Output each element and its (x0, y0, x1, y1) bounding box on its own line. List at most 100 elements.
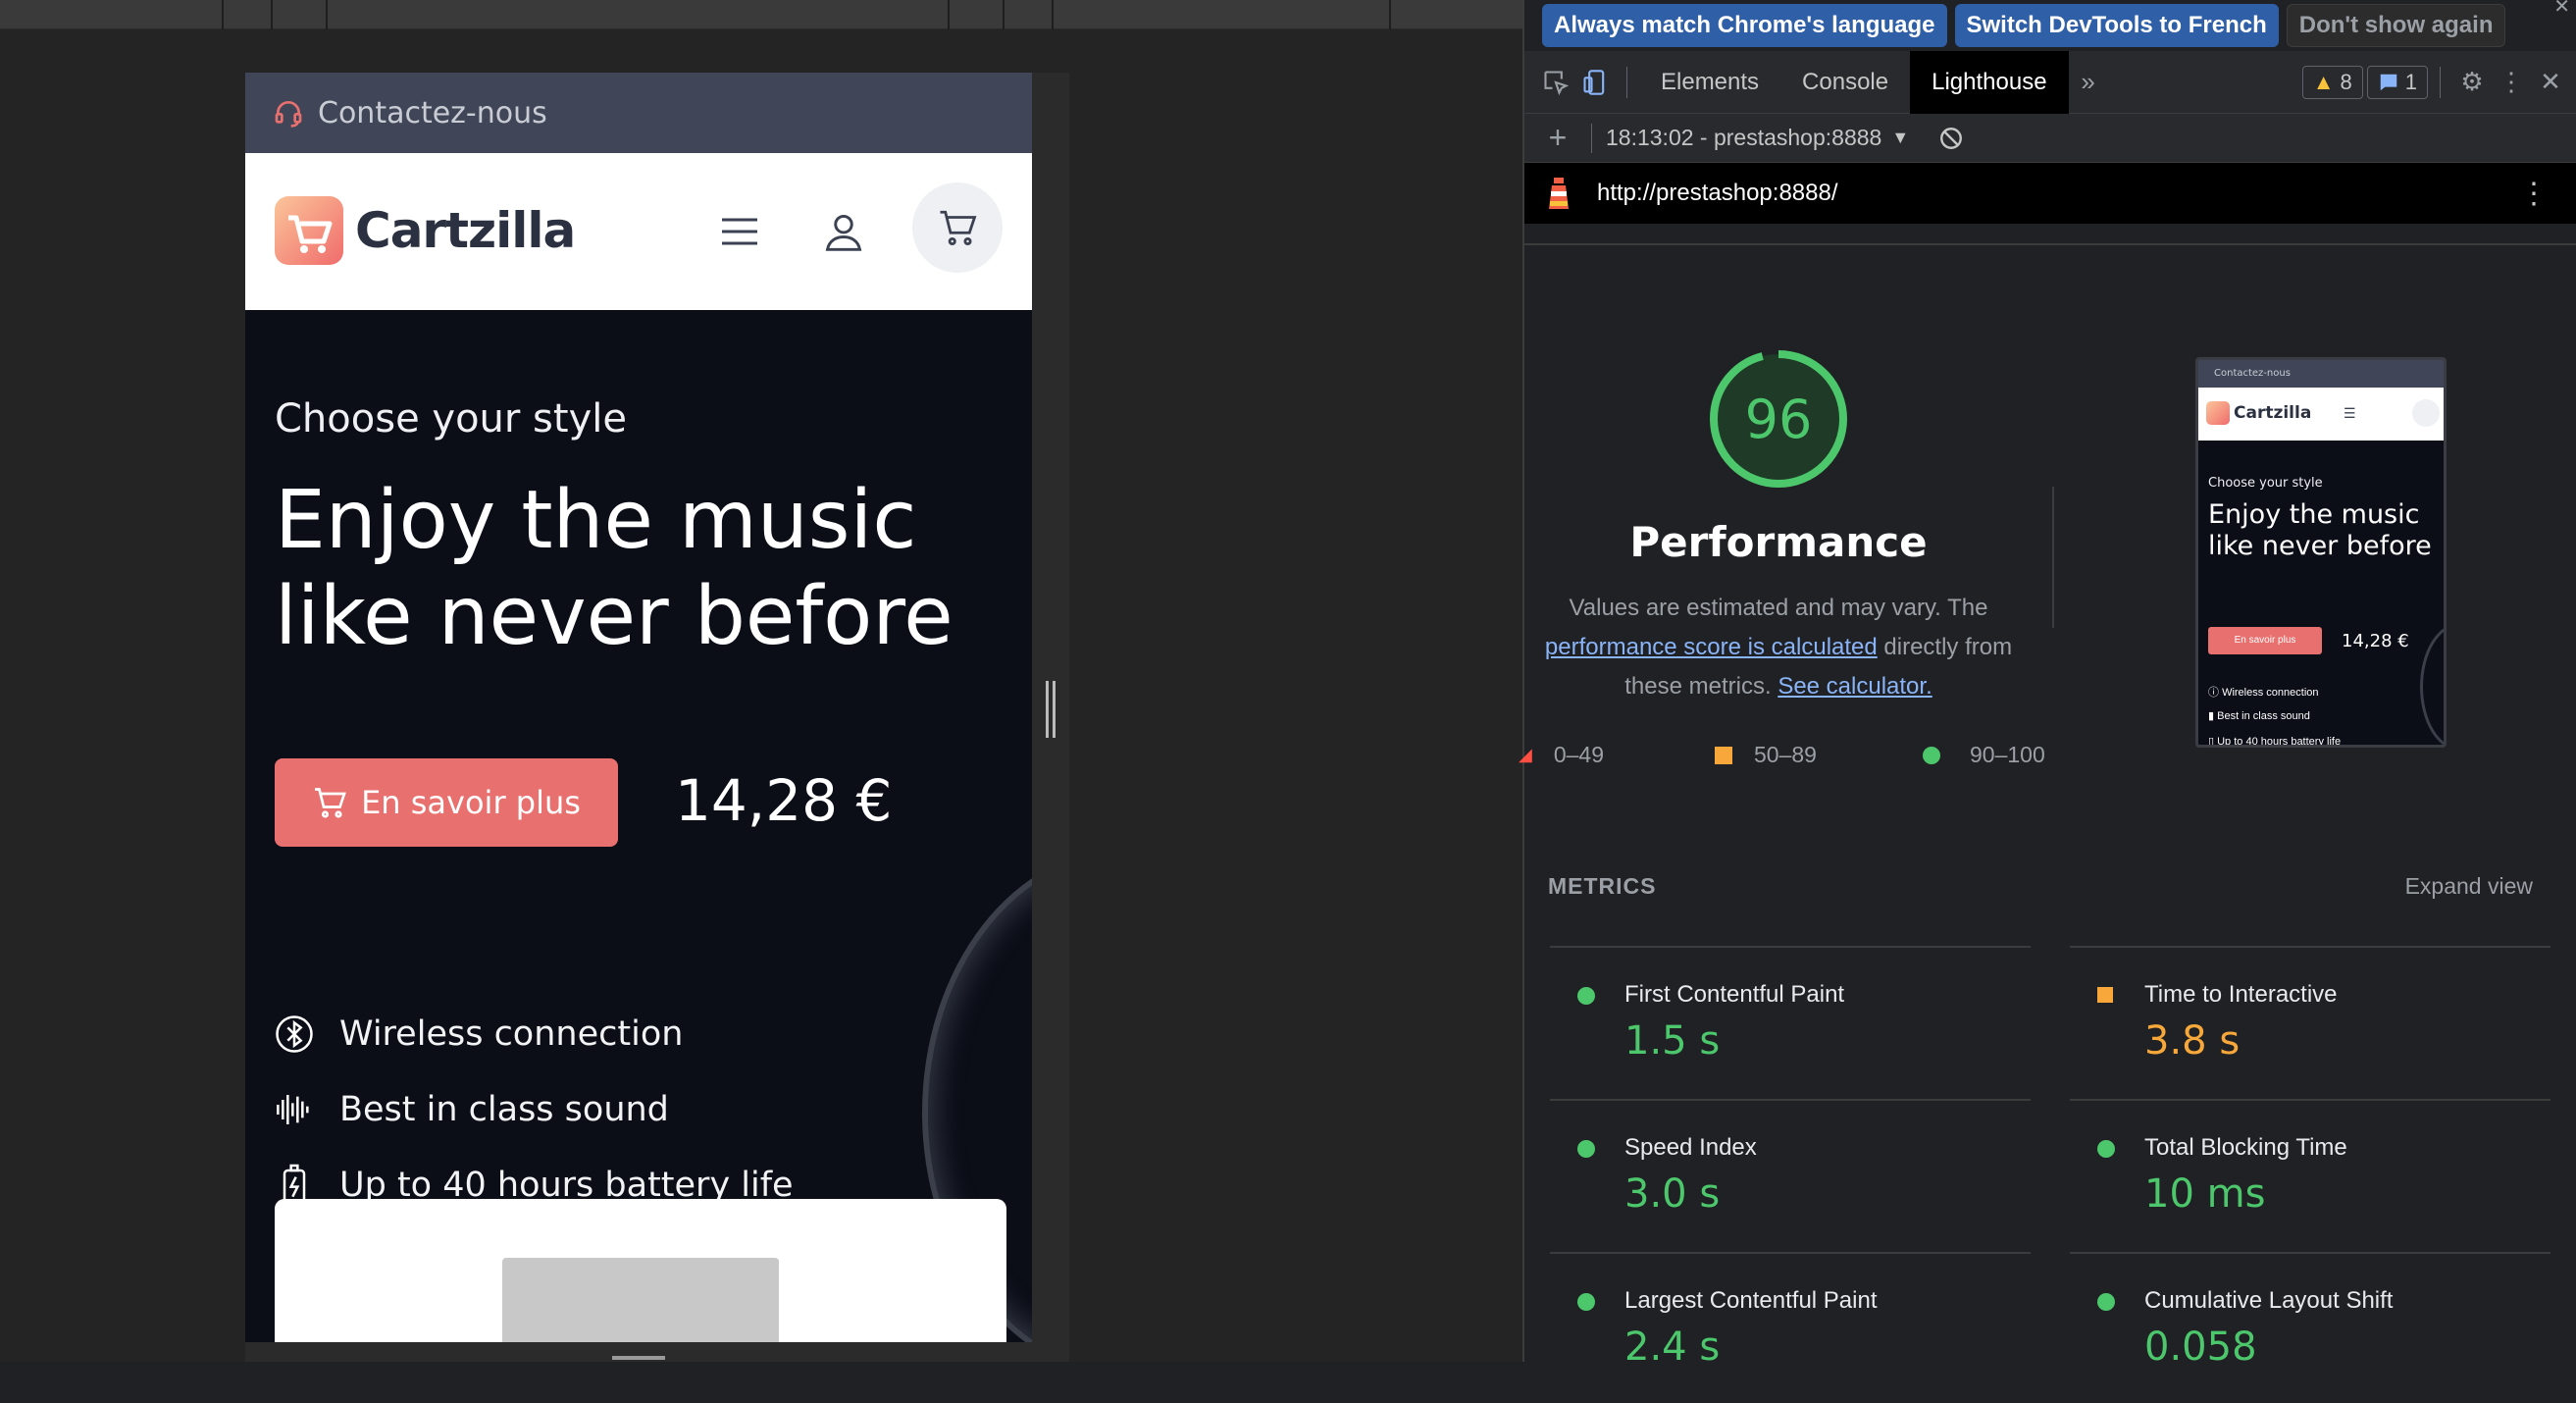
chevron-down-icon[interactable]: ▼ (1891, 128, 1909, 148)
language-infobar: Always match Chrome's language Switch De… (1524, 0, 2576, 51)
tab-lighthouse[interactable]: Lighthouse (1910, 50, 2069, 114)
report-menu-icon[interactable]: ⋮ (2519, 177, 2549, 211)
lighthouse-logo-icon (1549, 178, 1569, 209)
square-icon (1715, 746, 1732, 764)
metric-value: 3.8 s (2144, 1018, 2241, 1064)
metric-total-blocking-time: Total Blocking Time 10 ms (2070, 1099, 2550, 1250)
description-text: directly from (1883, 634, 2013, 660)
metric-label: Speed Index (1624, 1134, 1757, 1161)
product-card-image (502, 1258, 779, 1342)
match-language-button[interactable]: Always match Chrome's language (1542, 4, 1947, 47)
contact-label: Contactez-nous (318, 95, 547, 130)
metric-value: 0.058 (2144, 1325, 2257, 1370)
resize-handle-bottom[interactable] (612, 1356, 665, 1360)
description-text: Values are estimated and may vary. The (1569, 595, 1988, 621)
good-status-icon (1577, 1293, 1595, 1311)
thumb-decoration (2420, 623, 2444, 745)
product-card[interactable] (275, 1199, 1006, 1342)
message-icon (2380, 74, 2396, 90)
infobar-close-icon[interactable]: ✕ (2553, 0, 2570, 19)
legend-poor: ◢ 0–49 (1519, 742, 1604, 768)
metric-label: Largest Contentful Paint (1624, 1287, 1878, 1314)
emulated-page: Contactez-nous Cartzilla Choose your sty… (245, 73, 1032, 1342)
metric-largest-contentful-paint: Largest Contentful Paint 2.4 s (1550, 1252, 2031, 1403)
divider (2052, 487, 2054, 628)
contact-bar[interactable]: Contactez-nous (245, 73, 1032, 153)
thumb-feature: ▮ Best in class sound (2208, 710, 2310, 722)
new-report-icon[interactable]: + (1538, 119, 1577, 158)
messages-badge[interactable]: 1 (2366, 65, 2428, 99)
metrics-header: METRICS (1548, 873, 1657, 899)
feature-label: Best in class sound (339, 1090, 669, 1129)
metric-label: Cumulative Layout Shift (2144, 1287, 2394, 1314)
more-tabs-icon[interactable]: » (2069, 63, 2108, 102)
thumb-brand: Cartzilla (2234, 403, 2312, 423)
devtools-tabbar: Elements Console Lighthouse » ▲ 8 1 ⚙ ⋮ … (1524, 50, 2576, 114)
metric-first-contentful-paint: First Contentful Paint 1.5 s (1550, 946, 2031, 1097)
report-selector[interactable]: 18:13:02 - prestashop:8888 (1606, 125, 1881, 151)
inspect-element-icon[interactable] (1536, 63, 1575, 102)
see-calculator-link[interactable]: See calculator. (1777, 673, 1932, 700)
product-price: 14,28 € (675, 767, 893, 834)
performance-gauge[interactable]: 96 (1707, 347, 1850, 491)
brand-name[interactable]: Cartzilla (355, 202, 576, 259)
thumb-logo-icon (2206, 401, 2230, 425)
circle-icon (1923, 746, 1940, 764)
cart-logo-icon[interactable] (275, 196, 343, 265)
score-calculated-link[interactable]: performance score is calculated (1545, 634, 1878, 660)
account-icon[interactable] (812, 200, 875, 263)
clear-reports-icon[interactable] (1938, 126, 1964, 151)
devtools-panel: Always match Chrome's language Switch De… (1519, 0, 2576, 1381)
hero-title: Enjoy the music like never before (275, 474, 953, 663)
legend-good: 90–100 (1923, 742, 2045, 768)
cart-icon (315, 788, 346, 818)
switch-french-button[interactable]: Switch DevTools to French (1954, 4, 2279, 47)
close-devtools-icon[interactable]: ✕ (2531, 63, 2570, 102)
legend-label: 50–89 (1754, 742, 1817, 767)
thumb-feature: ⓘ Wireless connection (2208, 687, 2319, 699)
metric-label: Total Blocking Time (2144, 1134, 2347, 1161)
soundwave-icon (275, 1088, 314, 1131)
metric-speed-index: Speed Index 3.0 s (1550, 1099, 2031, 1250)
tab-console[interactable]: Console (1780, 51, 1910, 114)
thumb-title: Enjoy the music like never before (2208, 499, 2432, 561)
report-url-bar: http://prestashop:8888/ ⋮ (1524, 163, 2576, 224)
more-options-icon[interactable]: ⋮ (2492, 63, 2531, 102)
expand-view-button[interactable]: Expand view (2405, 873, 2533, 900)
metric-value: 3.0 s (1624, 1171, 1721, 1217)
learn-more-label: En savoir plus (361, 784, 581, 821)
headset-icon (275, 101, 302, 128)
warning-icon: ▲ (2312, 69, 2335, 94)
good-status-icon (2097, 1140, 2115, 1158)
performance-description: Values are estimated and may vary. The p… (1534, 589, 2023, 706)
thumb-subtitle: Choose your style (2208, 476, 2323, 491)
device-toggle-icon[interactable] (1575, 63, 1615, 102)
metric-value: 1.5 s (1624, 1018, 1721, 1064)
legend-average: 50–89 (1715, 742, 1817, 768)
learn-more-button[interactable]: En savoir plus (275, 758, 618, 847)
cart-button[interactable] (912, 182, 1003, 273)
metric-value: 2.4 s (1624, 1325, 1721, 1370)
page-screenshot-thumbnail[interactable]: Contactez-nous Cartzilla ☰ Choose your s… (2195, 357, 2447, 748)
metric-cumulative-layout-shift: Cumulative Layout Shift 0.058 (2070, 1252, 2550, 1403)
lighthouse-toolbar: + 18:13:02 - prestashop:8888 ▼ (1524, 114, 2576, 163)
cart-icon (940, 210, 977, 246)
menu-icon[interactable] (708, 200, 771, 263)
metric-label: Time to Interactive (2144, 981, 2338, 1008)
good-status-icon (2097, 1293, 2115, 1311)
report-url[interactable]: http://prestashop:8888/ (1597, 180, 1838, 207)
thumb-feature: ▯ Up to 40 hours battery life (2208, 736, 2342, 748)
thumb-feature-label: Up to 40 hours battery life (2217, 736, 2342, 748)
bluetooth-icon (275, 1013, 314, 1056)
site-header: Cartzilla (245, 153, 1032, 310)
triangle-icon: ◢ (1519, 745, 1532, 764)
settings-gear-icon[interactable]: ⚙ (2452, 63, 2492, 102)
dont-show-again-button[interactable]: Don't show again (2286, 4, 2506, 47)
feature-item: Best in class sound (275, 1088, 669, 1131)
thumb-price: 14,28 € (2342, 631, 2409, 651)
tab-elements[interactable]: Elements (1639, 51, 1780, 114)
thumb-cta: En savoir plus (2208, 627, 2322, 654)
resize-handle-right[interactable] (1046, 681, 1056, 738)
warnings-badge[interactable]: ▲ 8 (2301, 65, 2363, 99)
metric-value: 10 ms (2144, 1171, 2266, 1217)
